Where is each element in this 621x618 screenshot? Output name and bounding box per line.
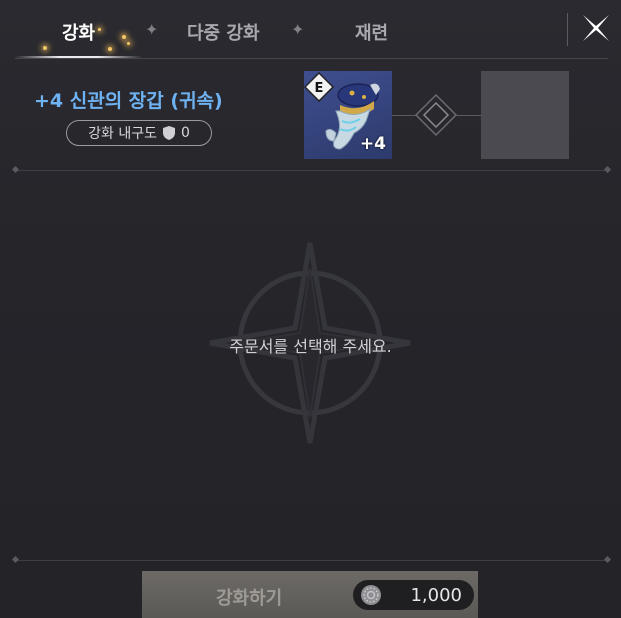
- sparkle-effect: [43, 46, 47, 50]
- cost-display: 1,000: [353, 580, 474, 610]
- sparkle-effect: [108, 47, 112, 51]
- sparkle-effect: [122, 35, 126, 39]
- header-divider: [15, 58, 608, 59]
- shield-icon: [162, 126, 175, 140]
- item-name: +4 신관의 장갑 (귀속): [34, 90, 223, 112]
- tab-multi-enhance[interactable]: 다중 강화: [187, 19, 260, 45]
- enhancement-panel: 강화 ✦ 다중 강화 ✦ 재련 +4 신관의 장갑 (귀속) 강화 내구도 0: [0, 0, 621, 618]
- enhance-button[interactable]: 강화하기 1,000: [142, 571, 478, 618]
- section-divider: [15, 560, 608, 561]
- close-divider: [567, 13, 568, 46]
- connector-line: [454, 115, 481, 116]
- tab-refine[interactable]: 재련: [355, 19, 388, 45]
- tab-separator-icon: ✦: [291, 20, 305, 39]
- section-divider: [15, 170, 608, 171]
- durability-value: 0: [180, 125, 190, 141]
- tab-separator-icon: ✦: [145, 20, 159, 39]
- close-icon: [583, 15, 609, 41]
- connector-line: [392, 115, 416, 116]
- sparkle-effect: [98, 28, 101, 31]
- durability-badge: 강화 내구도 0: [66, 120, 212, 146]
- durability-label: 강화 내구도: [88, 126, 157, 142]
- cost-value: 1,000: [410, 585, 462, 606]
- select-scroll-hint: 주문서를 선택해 주세요.: [229, 337, 392, 356]
- enhance-button-label: 강화하기: [216, 588, 283, 609]
- tab-bar: 강화 ✦ 다중 강화 ✦ 재련: [0, 0, 621, 60]
- connector-diamond-icon: [414, 93, 458, 137]
- coin-icon: [361, 585, 381, 605]
- enhance-level-badge: +4: [359, 134, 386, 154]
- grade-letter: E: [315, 81, 324, 96]
- result-slot: [481, 71, 569, 159]
- item-slot[interactable]: E +4: [304, 71, 392, 159]
- sparkle-effect: [127, 42, 130, 45]
- close-button[interactable]: [578, 10, 614, 46]
- tab-enhance[interactable]: 강화: [62, 19, 95, 45]
- grade-badge-icon: E: [304, 72, 334, 102]
